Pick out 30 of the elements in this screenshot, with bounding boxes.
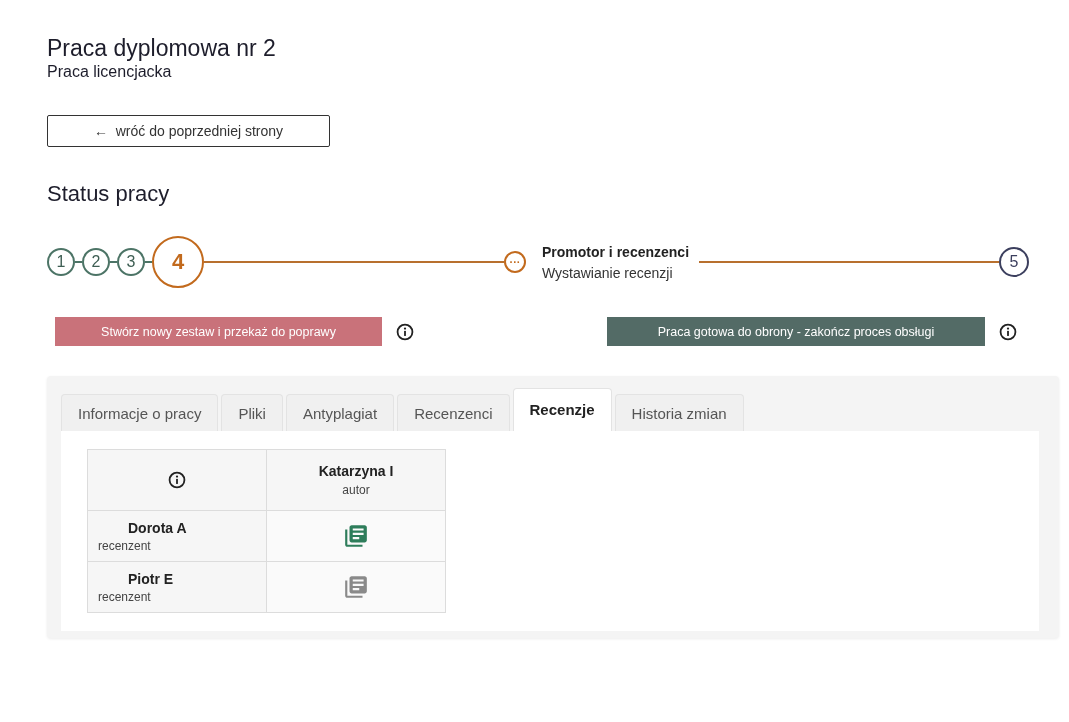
info-icon[interactable] (396, 322, 414, 341)
step-circle: 1 (47, 248, 75, 276)
tab[interactable]: Informacje o pracy (61, 394, 219, 431)
tab[interactable]: Recenzenci (397, 394, 510, 431)
info-icon[interactable] (999, 322, 1017, 341)
tab[interactable]: Pliki (221, 394, 283, 431)
step-circle: 5 (999, 247, 1029, 277)
step-circle: 3 (117, 248, 145, 276)
substep-title: Promotor i recenzenci (542, 243, 690, 260)
author-name: Katarzyna I (317, 463, 395, 479)
reviewer-name: Dorota A (127, 519, 188, 536)
tab[interactable]: Antyplagiat (285, 394, 395, 431)
review-document-icon[interactable] (343, 574, 369, 600)
action-button[interactable]: Stwórz nowy zestaw i przekaż do poprawy (55, 317, 382, 346)
reviewer-name: Piotr E (127, 570, 175, 587)
page-title: Praca dyplomowa nr 2 (47, 34, 277, 62)
substep-status: Wystawianie recenzji (542, 264, 674, 281)
info-icon[interactable] (168, 471, 186, 489)
tab[interactable]: Recenzje (512, 388, 612, 431)
page-subtitle: Praca licencjacka (47, 63, 173, 81)
reviewer-role: recenzent (98, 589, 152, 604)
step-circle: 4 (152, 236, 204, 288)
review-document-icon[interactable] (343, 523, 369, 549)
step-circle: 2 (82, 248, 110, 276)
section-heading: Status pracy (47, 181, 171, 207)
back-button[interactable]: ← wróć do poprzedniej strony (47, 115, 330, 147)
author-role: autor (341, 483, 371, 497)
action-button[interactable]: Praca gotowa do obrony - zakończ proces obsługi (607, 317, 985, 346)
reviewer-role: recenzent (98, 538, 152, 553)
tab[interactable]: Historia zmian (614, 394, 744, 431)
